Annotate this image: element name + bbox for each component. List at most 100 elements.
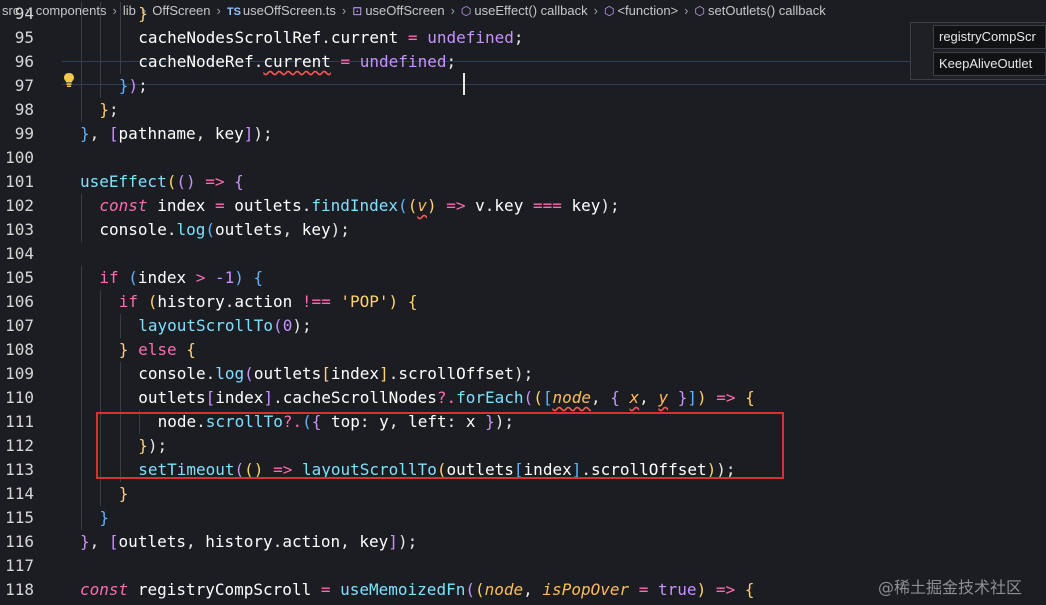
- code-token: pathname: [118, 124, 196, 143]
- indent-guide: [100, 338, 102, 362]
- code-token: {: [253, 268, 264, 287]
- code-line[interactable]: 109 console.log(outlets[index].scrollOffs…: [0, 362, 1046, 386]
- code-line[interactable]: 104: [0, 242, 1046, 266]
- code-token: (: [176, 172, 186, 191]
- code-token: =: [398, 28, 428, 47]
- code-token: );: [330, 220, 350, 239]
- code-token: const: [80, 580, 129, 599]
- code-text: }, [outlets, history.action, key]);: [80, 530, 417, 554]
- code-line[interactable]: 98};: [0, 98, 1046, 122]
- code-token: }: [80, 124, 90, 143]
- code-line[interactable]: 103 console.log(outlets, key);: [0, 218, 1046, 242]
- line-number: 101: [5, 172, 34, 191]
- code-text: cacheNodeRef.current = undefined;: [138, 50, 456, 74]
- code-token: ,: [89, 532, 109, 551]
- code-token: index: [137, 268, 187, 287]
- line-number: 117: [5, 556, 34, 575]
- code-line[interactable]: 94}: [0, 2, 1046, 26]
- code-line[interactable]: 97});: [0, 74, 1046, 98]
- code-token: }: [118, 340, 129, 359]
- code-line[interactable]: 100: [0, 146, 1046, 170]
- code-token: ;: [513, 28, 524, 47]
- code-line[interactable]: 95 cacheNodesScrollRef.current = undefine…: [0, 26, 1046, 50]
- code-line[interactable]: 110 outlets[index].cacheScrollNodes?.forE…: [0, 386, 1046, 410]
- code-line[interactable]: 106 if (history.action !== 'POP') {: [0, 290, 1046, 314]
- code-token: .: [272, 532, 283, 551]
- line-number: 99: [14, 124, 34, 143]
- indent-guide: [81, 410, 82, 434]
- code-token: registryCompScroll: [137, 580, 312, 599]
- line-number: 108: [5, 340, 34, 359]
- code-token: log: [176, 220, 206, 239]
- indent-guide: [100, 74, 102, 98]
- code-token: useMemoizedFn: [340, 580, 466, 599]
- line-number: 111: [5, 412, 34, 431]
- code-token: =>: [436, 196, 476, 215]
- text-cursor: [463, 73, 465, 95]
- code-line[interactable]: 99}, [pathname, key]);: [0, 122, 1046, 146]
- code-token: ,: [185, 532, 206, 551]
- code-token: .: [484, 196, 495, 215]
- code-token: console: [138, 364, 206, 383]
- code-token: else: [128, 340, 187, 359]
- indent-guide: [81, 266, 82, 290]
- code-token: index: [215, 388, 264, 407]
- code-text: } else {: [119, 338, 196, 362]
- code-editor[interactable]: 94} 95 cacheNodesScrollRef.current = undef…: [0, 2, 1046, 605]
- code-text: }: [138, 2, 148, 26]
- code-token: key: [494, 196, 524, 215]
- code-token: {: [610, 388, 630, 407]
- line-number: 96: [14, 52, 34, 71]
- code-line[interactable]: 96 cacheNodeRef.current = undefined;: [0, 50, 1046, 74]
- code-token: v: [475, 196, 485, 215]
- line-number: 106: [5, 292, 34, 311]
- code-token: cacheNodeRef: [138, 52, 254, 71]
- code-token: (: [533, 388, 543, 407]
- code-token: ;: [109, 100, 119, 119]
- code-token: =: [311, 580, 341, 599]
- line-number: 103: [5, 220, 34, 239]
- code-token: {: [186, 340, 196, 359]
- code-token: ,: [523, 580, 543, 599]
- code-text: };: [99, 98, 118, 122]
- code-token: outlets: [253, 364, 322, 383]
- code-line[interactable]: 101 useEffect(() => {: [0, 170, 1046, 194]
- code-token: useEffect: [80, 172, 167, 191]
- code-token: );: [292, 316, 312, 335]
- code-token: (: [138, 292, 158, 311]
- code-token: =>: [706, 580, 745, 599]
- code-line[interactable]: 102 const index = outlets.findIndex((v) =…: [0, 194, 1046, 218]
- code-token: (: [244, 364, 254, 383]
- code-token: ,: [195, 124, 215, 143]
- code-token: cacheNodesScrollRef: [138, 28, 322, 47]
- line-number: 109: [5, 364, 34, 383]
- code-token: {: [745, 388, 755, 407]
- code-line[interactable]: 114}: [0, 482, 1046, 506]
- code-token: );: [253, 124, 273, 143]
- line-number: 105: [5, 268, 34, 287]
- code-token: y: [658, 388, 669, 407]
- code-line[interactable]: 108} else {: [0, 338, 1046, 362]
- code-token: ): [128, 76, 139, 95]
- code-line[interactable]: 107 layoutScrollTo(0);: [0, 314, 1046, 338]
- code-token: key: [359, 532, 389, 551]
- code-line[interactable]: 116}, [outlets, history.action, key]);: [0, 530, 1046, 554]
- code-token: ): [426, 196, 437, 215]
- outline-item-registry[interactable]: registryCompScr: [933, 25, 1046, 49]
- code-token: ]: [687, 388, 697, 407]
- outline-item-keepalive[interactable]: KeepAliveOutlet: [933, 52, 1046, 76]
- code-line[interactable]: 115}: [0, 506, 1046, 530]
- line-number: 104: [5, 244, 34, 263]
- code-line[interactable]: 105 if (index > -1) {: [0, 266, 1046, 290]
- code-token: >: [186, 268, 215, 287]
- indent-guide: [100, 50, 102, 74]
- code-token: action: [234, 292, 293, 311]
- code-token: scrollOffset: [398, 364, 514, 383]
- line-number: 114: [5, 484, 34, 503]
- line-number: 112: [5, 436, 34, 455]
- lightbulb-icon[interactable]: [62, 72, 76, 88]
- code-token: [: [205, 388, 216, 407]
- code-token: 'POP': [340, 292, 389, 311]
- code-token: }: [99, 100, 110, 119]
- annotation-box: [96, 412, 784, 479]
